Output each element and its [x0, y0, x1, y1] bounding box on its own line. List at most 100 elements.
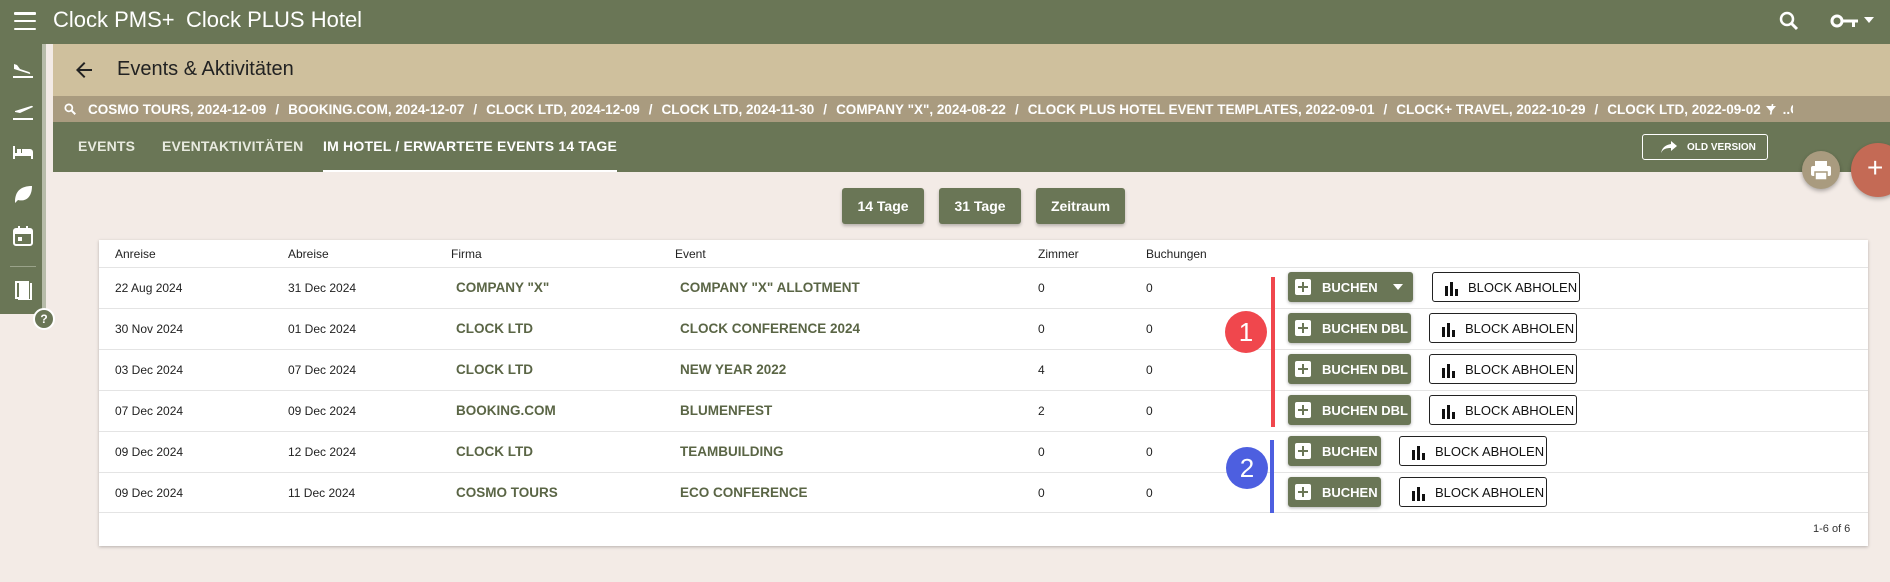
column-header-arrival[interactable]: Anreise: [115, 247, 156, 261]
book-button-label: BUCHEN DBL: [1322, 321, 1408, 336]
search-icon: [64, 103, 76, 115]
breadcrumb-item[interactable]: COMPANY "X", 2024-08-22: [836, 102, 1006, 117]
table-row[interactable]: [99, 349, 1868, 390]
chevron-down-icon[interactable]: [1393, 284, 1403, 290]
pagination-info: 1-6 of 6: [1813, 523, 1851, 535]
table-row[interactable]: [99, 431, 1868, 472]
company-link[interactable]: CLOCK LTD: [456, 362, 533, 377]
hotel-name[interactable]: Clock PLUS Hotel: [186, 7, 362, 33]
block-pickup-label: BLOCK ABHOLEN: [1435, 444, 1545, 459]
header-panel: Events & Aktivitäten COSMO TOURS, 2024-1…: [53, 44, 1890, 172]
rooms-count: 4: [1038, 363, 1045, 377]
breadcrumb-item[interactable]: CLOCK+ TRAVEL, 2022-10-29: [1396, 102, 1585, 117]
breadcrumb-item[interactable]: CLOCK LTD, 2024-11-30: [661, 102, 814, 117]
block-pickup-label: BLOCK ABHOLEN: [1465, 403, 1575, 418]
table-row[interactable]: [99, 308, 1868, 349]
breadcrumb-item[interactable]: CLOCK LTD, 2022-09-02: [1607, 102, 1761, 117]
book-button-label: BUCHEN DBL: [1322, 362, 1408, 377]
event-link[interactable]: BLUMENFEST: [680, 403, 772, 418]
column-header-departure[interactable]: Abreise: [288, 247, 329, 261]
plus-icon: +: [1867, 152, 1884, 183]
print-button[interactable]: [1802, 151, 1840, 189]
event-link[interactable]: ECO CONFERENCE: [680, 485, 808, 500]
plus-icon: [1295, 361, 1311, 377]
company-link[interactable]: BOOKING.COM: [456, 403, 556, 418]
bookings-count: 0: [1146, 281, 1153, 295]
book-dbl-button[interactable]: BUCHEN DBL: [1288, 354, 1411, 384]
breadcrumb-expand-icon[interactable]: [1766, 106, 1776, 112]
plus-icon: [1295, 484, 1311, 500]
leaf-icon[interactable]: [11, 182, 35, 206]
book-button[interactable]: BUCHEN: [1288, 477, 1381, 507]
tab-events[interactable]: EVENTS: [78, 122, 135, 172]
book-button-label: BUCHEN: [1322, 485, 1378, 500]
book-dbl-button[interactable]: BUCHEN DBL: [1288, 313, 1411, 343]
column-header-rooms[interactable]: Zimmer: [1038, 247, 1079, 261]
breadcrumb-item[interactable]: COSMO TOURS, 2024-12-09: [88, 102, 266, 117]
company-link[interactable]: COSMO TOURS: [456, 485, 558, 500]
rooms-count: 0: [1038, 445, 1045, 459]
bar-chart-icon: [1442, 405, 1455, 419]
search-icon[interactable]: [1777, 9, 1801, 33]
plus-icon: [1295, 443, 1311, 459]
departure-icon[interactable]: [11, 98, 35, 122]
plus-icon: [1295, 320, 1311, 336]
bookings-count: 0: [1146, 404, 1153, 418]
breadcrumb-list: COSMO TOURS, 2024-12-09/ BOOKING.COM, 20…: [88, 96, 1793, 122]
book-button-label: BUCHEN DBL: [1322, 403, 1408, 418]
block-pickup-button[interactable]: BLOCK ABHOLEN: [1399, 436, 1547, 466]
back-arrow-icon[interactable]: [72, 58, 96, 82]
breadcrumb-item[interactable]: CLOCK LTD, 2024-12-09: [486, 102, 640, 117]
tab-event-activities[interactable]: EVENTAKTIVITÄTEN: [162, 122, 303, 172]
tab-in-hotel-expected[interactable]: IM HOTEL / ERWARTETE EVENTS 14 TAGE: [323, 122, 618, 172]
arrival-date: 09 Dec 2024: [115, 445, 184, 459]
table-row[interactable]: [99, 267, 1868, 308]
old-version-button[interactable]: OLD VERSION: [1642, 134, 1768, 160]
book-dbl-button[interactable]: BUCHEN DBL: [1288, 395, 1411, 425]
block-pickup-button[interactable]: BLOCK ABHOLEN: [1399, 477, 1547, 507]
arrival-icon[interactable]: [11, 56, 35, 80]
range-31-days-button[interactable]: 31 Tage: [939, 188, 1021, 224]
calendar-icon[interactable]: [11, 224, 35, 248]
breadcrumb-item[interactable]: CLOCK PLUS HOTEL EVENT TEMPLATES, 2022-0…: [1028, 102, 1375, 117]
bed-icon[interactable]: [11, 140, 35, 164]
breadcrumb-item[interactable]: ..C: [1783, 102, 1793, 117]
arrival-date: 09 Dec 2024: [115, 486, 184, 500]
book-button[interactable]: BUCHEN: [1288, 272, 1413, 302]
key-icon[interactable]: [1830, 10, 1860, 32]
table-row[interactable]: [99, 472, 1868, 513]
share-icon: [1661, 141, 1677, 153]
menu-icon[interactable]: [14, 12, 36, 30]
rooms-count: 0: [1038, 281, 1045, 295]
plus-icon: [1295, 402, 1311, 418]
company-link[interactable]: CLOCK LTD: [456, 321, 533, 336]
user-menu-caret-icon[interactable]: [1864, 17, 1874, 23]
event-link[interactable]: CLOCK CONFERENCE 2024: [680, 321, 860, 336]
bar-chart-icon: [1412, 487, 1425, 501]
departure-date: 11 Dec 2024: [288, 486, 356, 500]
block-pickup-button[interactable]: BLOCK ABHOLEN: [1429, 395, 1577, 425]
block-pickup-button[interactable]: BLOCK ABHOLEN: [1429, 313, 1577, 343]
range-custom-button[interactable]: Zeitraum: [1036, 188, 1125, 224]
block-pickup-button[interactable]: BLOCK ABHOLEN: [1432, 272, 1580, 302]
breadcrumb-item[interactable]: BOOKING.COM, 2024-12-07: [288, 102, 464, 117]
book-icon[interactable]: [11, 278, 35, 302]
help-icon[interactable]: ?: [33, 308, 55, 330]
block-pickup-button[interactable]: BLOCK ABHOLEN: [1429, 354, 1577, 384]
book-button[interactable]: BUCHEN: [1288, 436, 1381, 466]
event-link[interactable]: NEW YEAR 2022: [680, 362, 786, 377]
company-link[interactable]: CLOCK LTD: [456, 444, 533, 459]
column-header-event[interactable]: Event: [675, 247, 706, 261]
event-link[interactable]: TEAMBUILDING: [680, 444, 784, 459]
sidebar: [0, 44, 46, 314]
event-link[interactable]: COMPANY "X" ALLOTMENT: [680, 280, 860, 295]
table-row[interactable]: [99, 390, 1868, 431]
column-header-bookings[interactable]: Buchungen: [1146, 247, 1207, 261]
add-event-button[interactable]: +: [1851, 143, 1890, 197]
app-bar: Clock PMS+ Clock PLUS Hotel: [0, 0, 1890, 44]
column-header-company[interactable]: Firma: [451, 247, 482, 261]
departure-date: 09 Dec 2024: [288, 404, 357, 418]
company-link[interactable]: COMPANY "X": [456, 280, 549, 295]
book-button-label: BUCHEN: [1322, 444, 1378, 459]
range-14-days-button[interactable]: 14 Tage: [842, 188, 924, 224]
